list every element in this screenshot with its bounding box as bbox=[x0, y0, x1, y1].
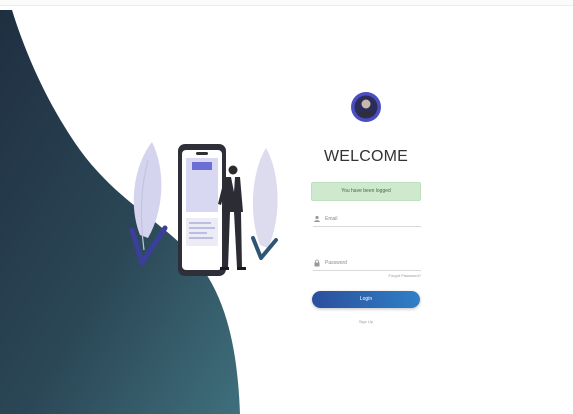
login-button[interactable]: Login bbox=[312, 291, 420, 308]
leaf-icon bbox=[133, 142, 162, 251]
forgot-password-link[interactable]: Forgot Password? bbox=[368, 273, 421, 278]
signup-link[interactable]: Sign Up bbox=[348, 319, 384, 324]
email-field[interactable]: Email bbox=[313, 211, 421, 227]
hero-illustration bbox=[129, 142, 278, 276]
user-icon bbox=[314, 215, 320, 222]
phone-icon bbox=[178, 144, 226, 276]
page-title: WELCOME bbox=[323, 148, 409, 165]
success-alert: You have been logged bbox=[311, 182, 421, 201]
password-label: Password bbox=[325, 259, 347, 266]
avatar-icon bbox=[351, 92, 381, 122]
login-form: WELCOME You have been logged Email Passw… bbox=[308, 92, 424, 332]
login-page: WELCOME You have been logged Email Passw… bbox=[0, 0, 573, 414]
password-field[interactable]: Password bbox=[313, 255, 421, 271]
leaf-icon bbox=[252, 148, 278, 248]
lock-icon bbox=[314, 259, 320, 266]
email-label: Email bbox=[325, 215, 338, 222]
